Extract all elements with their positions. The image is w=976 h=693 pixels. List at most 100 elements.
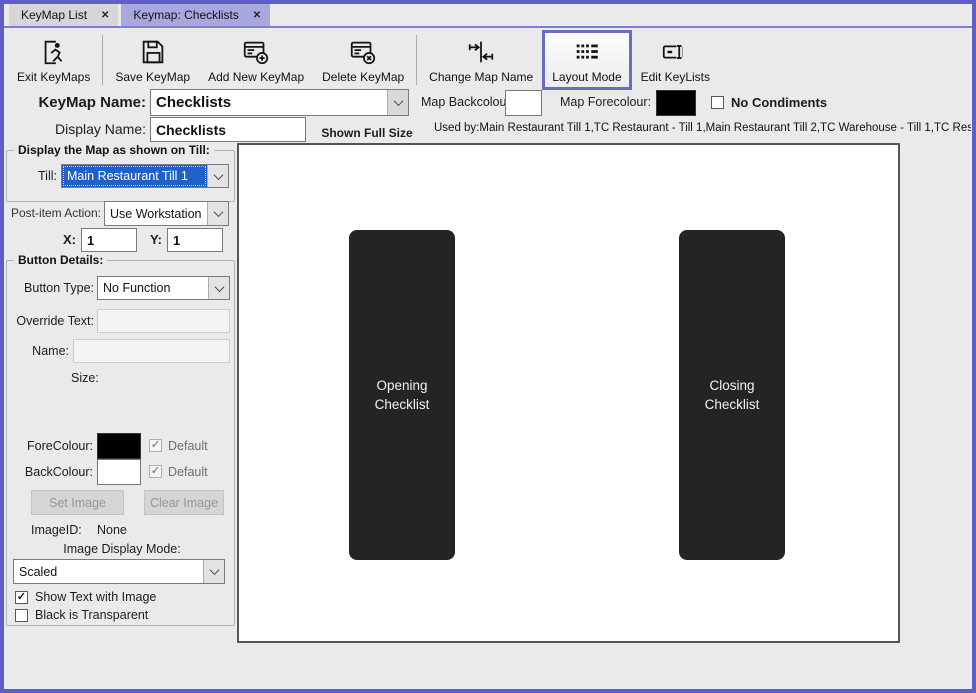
layout-mode-icon bbox=[572, 37, 602, 67]
image-display-mode-label: Image Display Mode: bbox=[27, 542, 217, 556]
backcolour-default-label: Default bbox=[168, 459, 208, 485]
keymap-button-line2: Checklist bbox=[375, 397, 430, 412]
forecolour-default-checkbox[interactable]: ✓ bbox=[149, 439, 162, 452]
chevron-down-icon[interactable] bbox=[207, 202, 228, 225]
tab-label: Keymap: Checklists bbox=[133, 8, 238, 22]
button-details-title: Button Details: bbox=[14, 253, 107, 267]
close-icon[interactable]: ✕ bbox=[101, 10, 109, 21]
backcolour-label: BackColour: bbox=[7, 459, 93, 485]
add-new-keymap-button[interactable]: Add New KeyMap bbox=[199, 30, 313, 90]
shown-full-size-label: Shown Full Size bbox=[304, 126, 430, 140]
used-by-text: Used by:Main Restaurant Till 1,TC Restau… bbox=[434, 122, 971, 134]
chevron-down-icon[interactable] bbox=[207, 165, 228, 187]
keymap-canvas[interactable]: Opening Checklist Closing Checklist bbox=[237, 143, 900, 643]
till-group: Display the Map as shown on Till: Till: … bbox=[6, 150, 235, 202]
toolbar-button-label: Edit KeyLists bbox=[641, 70, 710, 84]
delete-keymap-icon bbox=[348, 37, 378, 67]
x-input[interactable]: 1 bbox=[81, 228, 137, 252]
till-value: Main Restaurant Till 1 bbox=[62, 165, 207, 187]
forecolour-label: ForeColour: bbox=[7, 433, 93, 459]
toolbar-separator bbox=[102, 35, 103, 85]
till-select[interactable]: Main Restaurant Till 1 bbox=[61, 164, 229, 188]
chevron-down-icon[interactable] bbox=[203, 560, 224, 583]
keymap-name-label: KeyMap Name: bbox=[4, 89, 146, 116]
imageid-value: None bbox=[97, 523, 127, 537]
tab-bar: KeyMap List ✕ Keymap: Checklists ✕ bbox=[4, 4, 972, 28]
tab-keymap-checklists[interactable]: Keymap: Checklists ✕ bbox=[121, 4, 270, 26]
post-item-action-select[interactable]: Use Workstation bbox=[104, 201, 229, 226]
black-is-transparent-label: Black is Transparent bbox=[35, 608, 148, 623]
keymap-name-select[interactable]: Checklists bbox=[150, 89, 409, 116]
toolbar-button-label: Layout Mode bbox=[552, 70, 621, 84]
map-forecolour-label: Map Forecolour: bbox=[560, 89, 651, 116]
add-keymap-icon bbox=[241, 37, 271, 67]
keymap-button-line1: Closing bbox=[709, 378, 754, 393]
toolbar-button-label: Delete KeyMap bbox=[322, 70, 404, 84]
name-input[interactable] bbox=[73, 339, 230, 363]
change-map-name-button[interactable]: Change Map Name bbox=[420, 30, 542, 90]
backcolour-default-checkbox[interactable]: ✓ bbox=[149, 465, 162, 478]
chevron-down-icon[interactable] bbox=[208, 277, 229, 299]
till-group-title: Display the Map as shown on Till: bbox=[14, 143, 214, 157]
exit-keymaps-button[interactable]: Exit KeyMaps bbox=[8, 30, 99, 90]
tab-keymap-list[interactable]: KeyMap List ✕ bbox=[9, 4, 118, 26]
post-item-action-value: Use Workstation bbox=[105, 202, 207, 225]
clear-image-button[interactable]: Clear Image bbox=[144, 490, 224, 515]
keymap-editor-window: KeyMap List ✕ Keymap: Checklists ✕ Exit … bbox=[0, 0, 976, 693]
y-input[interactable]: 1 bbox=[167, 228, 223, 252]
display-name-input[interactable]: Checklists bbox=[150, 117, 306, 142]
name-label: Name: bbox=[7, 339, 69, 363]
no-condiments-label: No Condiments bbox=[731, 90, 827, 116]
tab-label: KeyMap List bbox=[21, 8, 87, 22]
map-backcolour-swatch[interactable] bbox=[505, 90, 542, 116]
toolbar-button-label: Exit KeyMaps bbox=[17, 70, 90, 84]
save-icon bbox=[138, 37, 168, 67]
edit-keylists-button[interactable]: Edit KeyLists bbox=[632, 30, 719, 90]
image-display-mode-select[interactable]: Scaled bbox=[13, 559, 225, 584]
forecolour-default-label: Default bbox=[168, 433, 208, 459]
keymap-button-closing-checklist[interactable]: Closing Checklist bbox=[679, 230, 785, 560]
till-label: Till: bbox=[7, 164, 57, 188]
toolbar-separator bbox=[416, 35, 417, 85]
post-item-action-label: Post-item Action: bbox=[4, 201, 101, 226]
keymap-button-opening-checklist[interactable]: Opening Checklist bbox=[349, 230, 455, 560]
set-image-button[interactable]: Set Image bbox=[31, 490, 124, 515]
close-icon[interactable]: ✕ bbox=[253, 10, 261, 21]
edit-keylists-icon bbox=[660, 37, 690, 67]
layout-mode-button[interactable]: Layout Mode bbox=[542, 30, 631, 90]
override-text-input[interactable] bbox=[97, 309, 230, 333]
backcolour-swatch[interactable] bbox=[97, 459, 141, 485]
no-condiments-checkbox[interactable] bbox=[711, 96, 724, 109]
imageid-label: ImageID: bbox=[31, 523, 82, 537]
change-map-name-icon bbox=[466, 37, 496, 67]
size-label: Size: bbox=[71, 371, 99, 385]
show-text-with-image-label: Show Text with Image bbox=[35, 590, 156, 605]
override-text-label: Override Text: bbox=[7, 309, 94, 333]
keymap-button-line2: Checklist bbox=[705, 397, 760, 412]
button-type-value: No Function bbox=[98, 277, 208, 299]
used-by-value: Main Restaurant Till 1,TC Restaurant - T… bbox=[479, 122, 971, 134]
map-backcolour-label: Map Backcolour: bbox=[421, 89, 514, 116]
map-forecolour-swatch[interactable] bbox=[656, 90, 696, 116]
keymap-name-value: Checklists bbox=[151, 90, 387, 115]
toolbar-button-label: Add New KeyMap bbox=[208, 70, 304, 84]
image-display-mode-value: Scaled bbox=[14, 560, 203, 583]
y-label: Y: bbox=[140, 228, 162, 252]
used-by-label: Used by: bbox=[434, 122, 479, 134]
toolbar: Exit KeyMaps Save KeyMap bbox=[4, 30, 972, 90]
x-label: X: bbox=[54, 228, 76, 252]
show-text-with-image-checkbox[interactable]: ✓ bbox=[15, 591, 28, 604]
forecolour-swatch[interactable] bbox=[97, 433, 141, 459]
toolbar-button-label: Change Map Name bbox=[429, 70, 533, 84]
save-keymap-button[interactable]: Save KeyMap bbox=[106, 30, 199, 90]
button-type-label: Button Type: bbox=[7, 276, 94, 300]
display-name-label: Display Name: bbox=[4, 117, 146, 142]
button-type-select[interactable]: No Function bbox=[97, 276, 230, 300]
keymap-button-line1: Opening bbox=[376, 378, 427, 393]
exit-icon bbox=[39, 37, 69, 67]
delete-keymap-button[interactable]: Delete KeyMap bbox=[313, 30, 413, 90]
button-details-group: Button Details: Button Type: No Function… bbox=[6, 260, 235, 626]
chevron-down-icon[interactable] bbox=[387, 90, 408, 115]
toolbar-button-label: Save KeyMap bbox=[115, 70, 190, 84]
black-is-transparent-checkbox[interactable] bbox=[15, 609, 28, 622]
